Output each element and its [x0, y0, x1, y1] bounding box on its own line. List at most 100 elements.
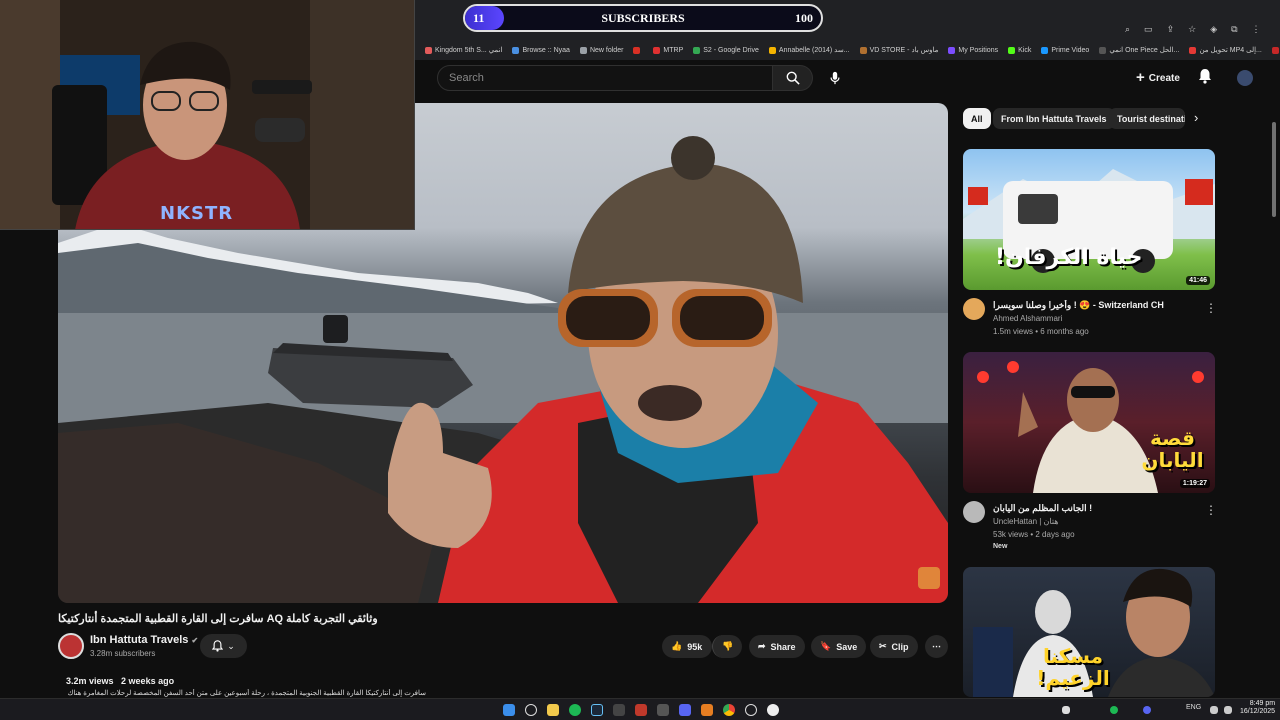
bookmark-favicon-icon — [693, 46, 701, 54]
search-icon[interactable] — [525, 704, 537, 716]
language-indicator[interactable]: ENG — [1186, 704, 1201, 711]
save-button[interactable]: 🔖 Save — [811, 635, 867, 658]
start-menu-icon[interactable] — [503, 704, 515, 716]
chip-from-channel[interactable]: From Ibn Hattuta Travels — [993, 108, 1115, 129]
clip-label: Clip — [891, 641, 909, 652]
share-page-icon[interactable]: ⇪ — [1167, 24, 1175, 35]
chip-all[interactable]: All — [963, 108, 991, 129]
dislike-button[interactable]: 👎 — [712, 635, 742, 658]
obs-icon[interactable] — [745, 704, 757, 716]
share-button[interactable]: ➦ Share — [749, 635, 805, 658]
wifi-icon[interactable] — [1210, 706, 1218, 714]
channel-watermark-icon[interactable] — [918, 567, 940, 589]
star-icon[interactable]: ☆ — [1188, 24, 1196, 35]
video-duration: 41:46 — [1186, 276, 1210, 285]
rec-meta: 1.5m views • 6 months ago — [993, 327, 1089, 336]
like-count: 95k — [687, 641, 703, 652]
bookmark-item[interactable]: تحويل من MP4 إلى... — [1189, 46, 1262, 54]
zoom-icon[interactable]: ⌕ — [1125, 24, 1130, 35]
view-count: 3.2m views — [66, 676, 114, 686]
rec-channel[interactable]: UncleHattan | هتان — [993, 517, 1059, 526]
video-description[interactable]: سافرت إلى أنتاركتيكا القارة القطبية الجن… — [66, 689, 426, 697]
bookmark-item[interactable]: Kick — [1008, 46, 1032, 54]
tray-icon[interactable] — [1062, 706, 1070, 714]
rec-more-button[interactable]: ⋮ — [1205, 302, 1217, 314]
chevron-right-icon[interactable]: › — [1194, 110, 1198, 125]
channel-avatar[interactable] — [963, 501, 985, 523]
rec-thumbnail[interactable]: مسكنا الزعيم! — [963, 567, 1215, 697]
discord-icon[interactable] — [679, 704, 691, 716]
channel-avatar[interactable] — [963, 298, 985, 320]
volume-icon[interactable] — [1224, 706, 1232, 714]
bookmark-favicon-icon — [633, 46, 641, 54]
new-badge: New — [993, 543, 1008, 550]
rec-title[interactable]: وأخيرا وصلنا سويسرا ! 😍 - Switzerland CH — [993, 300, 1198, 311]
bookmark-item[interactable]: انمي One Piece الحل... — [1099, 46, 1179, 54]
search-input[interactable]: Search — [437, 65, 773, 91]
page-scrollbar[interactable] — [1270, 60, 1278, 700]
bookmark-item[interactable]: Browse :: Nyaa — [512, 46, 570, 54]
bookmark-favicon-icon — [1008, 46, 1016, 54]
voice-search-button[interactable] — [822, 65, 848, 91]
video-stats[interactable]: 3.2m views 2 weeks ago — [66, 676, 174, 686]
app-icon[interactable] — [767, 704, 779, 716]
create-button[interactable]: + Create — [1130, 66, 1186, 90]
channel-avatar[interactable] — [58, 633, 84, 659]
app-icon[interactable] — [657, 704, 669, 716]
bookmark-item[interactable]: Prime Video — [1041, 46, 1089, 54]
clock[interactable]: 8:49 pm 16/12/2025 — [1240, 700, 1275, 716]
search-icon — [786, 71, 800, 85]
file-explorer-icon[interactable] — [547, 704, 559, 716]
rec-views: 1.5m views — [993, 327, 1034, 336]
thumbnail-caption: قصة اليابان — [1141, 426, 1204, 472]
channel-name[interactable]: Ibn Hattuta Travels ✔ — [90, 634, 198, 646]
bookmark-item[interactable] — [633, 46, 643, 54]
bookmark-label: Annabelle (2014) سد... — [778, 47, 850, 54]
tray-spotify-icon[interactable] — [1110, 706, 1118, 714]
spotify-icon[interactable] — [569, 704, 581, 716]
steam-icon[interactable] — [591, 704, 603, 716]
app-icon[interactable] — [635, 704, 647, 716]
bookmark-item[interactable]: Movies — [1271, 46, 1280, 54]
search-button[interactable] — [773, 65, 813, 91]
app-icon[interactable] — [613, 704, 625, 716]
rec-thumbnail[interactable]: قصة اليابان 1:19:27 — [963, 352, 1215, 493]
chrome-icon[interactable] — [723, 704, 735, 716]
bookmark-favicon-icon — [579, 46, 587, 54]
bookmark-item[interactable]: My Positions — [948, 46, 998, 54]
bookmark-item[interactable]: VD STORE - ماوس باد — [859, 46, 939, 54]
menu-icon[interactable]: ⋮ — [1252, 24, 1261, 35]
bookmark-label: انمي One Piece الحل... — [1109, 47, 1180, 54]
bookmark-item[interactable]: Annabelle (2014) سد... — [768, 46, 850, 54]
more-actions-button[interactable]: ⋯ — [925, 635, 948, 658]
notification-preference-button[interactable]: ⌄ — [200, 634, 247, 658]
cast-icon[interactable]: ▭ — [1144, 24, 1153, 35]
rec-more-button[interactable]: ⋮ — [1205, 504, 1217, 516]
rec-thumbnail[interactable]: حياة الكرفان! 41:46 — [963, 149, 1215, 290]
rec-meta: 53k views • 2 days ago — [993, 530, 1075, 539]
account-avatar[interactable] — [1237, 70, 1253, 86]
bookmark-favicon-icon — [1189, 46, 1197, 54]
webcam-frame — [0, 0, 414, 229]
bookmark-item[interactable]: Kingdom 5th S... انمي — [425, 46, 502, 54]
scissors-icon: ✂ — [879, 641, 887, 651]
scrollbar-thumb[interactable] — [1272, 122, 1276, 217]
bookmark-label: VD STORE - ماوس باد — [869, 47, 939, 54]
windows-taskbar — [0, 698, 1280, 720]
bookmark-item[interactable]: MTRP — [653, 46, 683, 54]
clip-button[interactable]: ✂ Clip — [870, 635, 918, 658]
tray-discord-icon[interactable] — [1143, 706, 1151, 714]
chip-tourist-destinations[interactable]: Tourist destinations — [1109, 108, 1185, 129]
like-button[interactable]: 👍 95k — [662, 635, 712, 658]
bookmark-label: Kick — [1018, 46, 1032, 54]
rec-channel[interactable]: Ahmed Alshammari — [993, 314, 1062, 323]
notifications-button[interactable] — [1198, 68, 1212, 89]
app-icon[interactable] — [701, 704, 713, 716]
extension-icon[interactable]: ◈ — [1210, 24, 1217, 35]
channel-name-text: Ibn Hattuta Travels — [90, 634, 189, 646]
bookmark-item[interactable]: S2 - Google Drive — [693, 46, 759, 54]
share-icon: ➦ — [758, 641, 766, 651]
bookmark-item[interactable]: New folder — [579, 46, 623, 54]
extensions-puzzle-icon[interactable]: ⧉ — [1231, 24, 1237, 35]
rec-title[interactable]: الجانب المظلم من اليابان ! — [993, 503, 1198, 514]
